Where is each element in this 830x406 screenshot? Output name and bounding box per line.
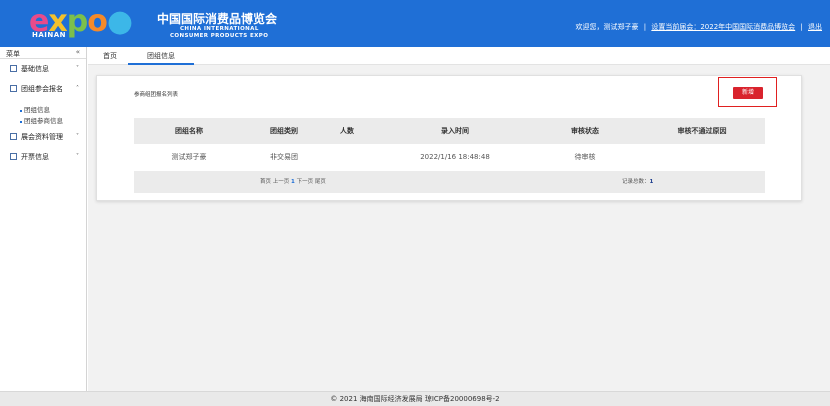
group-table: 团组名称 团组类别 人数 录入时间 审核状态 审核不通过原因 测试郑子豪 非交易… [134,118,765,193]
table-row[interactable]: 测试郑子豪 非交易团 2022/1/16 18:48:48 待审核 [134,144,765,171]
separator: | [800,23,803,31]
chevron-down-icon: ˅ [76,153,79,160]
current-page: 1 [291,179,295,185]
column-header[interactable]: 团组名称 [175,118,203,144]
table-cell: 非交易团 [270,153,298,161]
sidebar: 菜单 « 基础信息 ˅ 团组参会报名 ˄ 团组信息 团组参商信息 展会资料管理 … [0,47,87,391]
sidebar-header: 菜单 « [0,47,86,59]
logo-subtitle: HAINAN [32,31,67,39]
table-footer: 首页 上一页 1 下一页 尾页 记录总数：1 [134,171,765,193]
welcome-text: 欢迎您，测试郑子豪 [575,23,639,31]
chevron-up-icon: ˄ [76,85,79,92]
site-title-en-line1: CHINA INTERNATIONAL [180,26,259,32]
expo-logo: expo● HAINAN [29,4,147,40]
column-header[interactable]: 审核状态 [571,118,599,144]
file-icon [10,133,17,140]
column-header[interactable]: 审核不通过原因 [678,118,727,144]
sidebar-subitem-group-merchant-info[interactable]: 团组参商信息 [0,116,86,127]
sidebar-item-expo-materials[interactable]: 展会资料管理 ˅ [0,127,86,147]
group-list-panel: 参商组团报名列表 新增 团组名称 团组类别 人数 录入时间 审核状态 审核不通过… [96,75,802,201]
sidebar-item-invoice-info[interactable]: 开票信息 ˅ [0,147,86,167]
column-header[interactable]: 人数 [340,118,354,144]
record-count: 记录总数：1 [622,171,653,193]
site-title-en-line2: CONSUMER PRODUCTS EXPO [170,33,269,39]
sidebar-item-label: 展会资料管理 [21,133,63,141]
table-cell: 待审核 [574,153,596,161]
sidebar-item-label: 基础信息 [21,65,49,73]
invoice-icon [10,153,17,160]
column-header[interactable]: 团组类别 [270,118,298,144]
collapse-sidebar-icon[interactable]: « [76,48,80,56]
sidebar-title: 菜单 [6,50,20,58]
set-current-expo-link[interactable]: 设置当前届会：2022年中国国际消费品博览会 [651,23,795,31]
user-bar: 欢迎您，测试郑子豪 | 设置当前届会：2022年中国国际消费品博览会 | 退出 [576,22,822,32]
info-icon [10,65,17,72]
form-icon [10,85,17,92]
prev-page-link[interactable]: 上一页 [273,179,290,185]
next-page-link[interactable]: 下一页 [297,179,314,185]
chevron-down-icon: ˅ [76,65,79,72]
sidebar-item-label: 团组参会报名 [21,85,63,93]
first-page-link[interactable]: 首页 [260,179,271,185]
pagination: 首页 上一页 1 下一页 尾页 [260,171,326,193]
tab-group-info[interactable]: 团组信息 [128,47,194,65]
separator: | [643,23,647,31]
sidebar-item-label: 开票信息 [21,153,49,161]
table-header: 团组名称 团组类别 人数 录入时间 审核状态 审核不通过原因 [134,118,765,144]
tab-home[interactable]: 首页 [100,47,120,65]
sidebar-item-basic-info[interactable]: 基础信息 ˅ [0,59,86,79]
chevron-down-icon: ˅ [76,133,79,140]
sidebar-subitem-group-info[interactable]: 团组信息 [0,105,86,116]
tab-bar: 首页 团组信息 [88,47,830,65]
panel-title: 参商组团报名列表 [134,92,179,98]
table-cell: 2022/1/16 18:48:48 [420,153,490,161]
copyright-text: © 2021 海南国际经济发展局 琼ICP备20000698号-2 [330,395,500,403]
page-footer: © 2021 海南国际经济发展局 琼ICP备20000698号-2 [0,391,830,406]
last-page-link[interactable]: 尾页 [315,179,326,185]
record-count-label: 记录总数： [622,179,650,185]
top-header: expo● HAINAN 中国国际消费品博览会 CHINA INTERNATIO… [0,0,830,47]
add-button[interactable]: 新增 [733,87,763,99]
record-count-value: 1 [649,179,654,185]
sidebar-item-group-registration[interactable]: 团组参会报名 ˄ [0,79,86,99]
logout-link[interactable]: 退出 [808,23,822,31]
add-button-highlight: 新增 [718,77,777,107]
main-content: 首页 团组信息 参商组团报名列表 新增 团组名称 团组类别 人数 录入时间 审核… [88,47,830,391]
table-cell: 测试郑子豪 [171,153,207,161]
site-title-cn: 中国国际消费品博览会 [157,12,278,26]
column-header[interactable]: 录入时间 [441,118,469,144]
